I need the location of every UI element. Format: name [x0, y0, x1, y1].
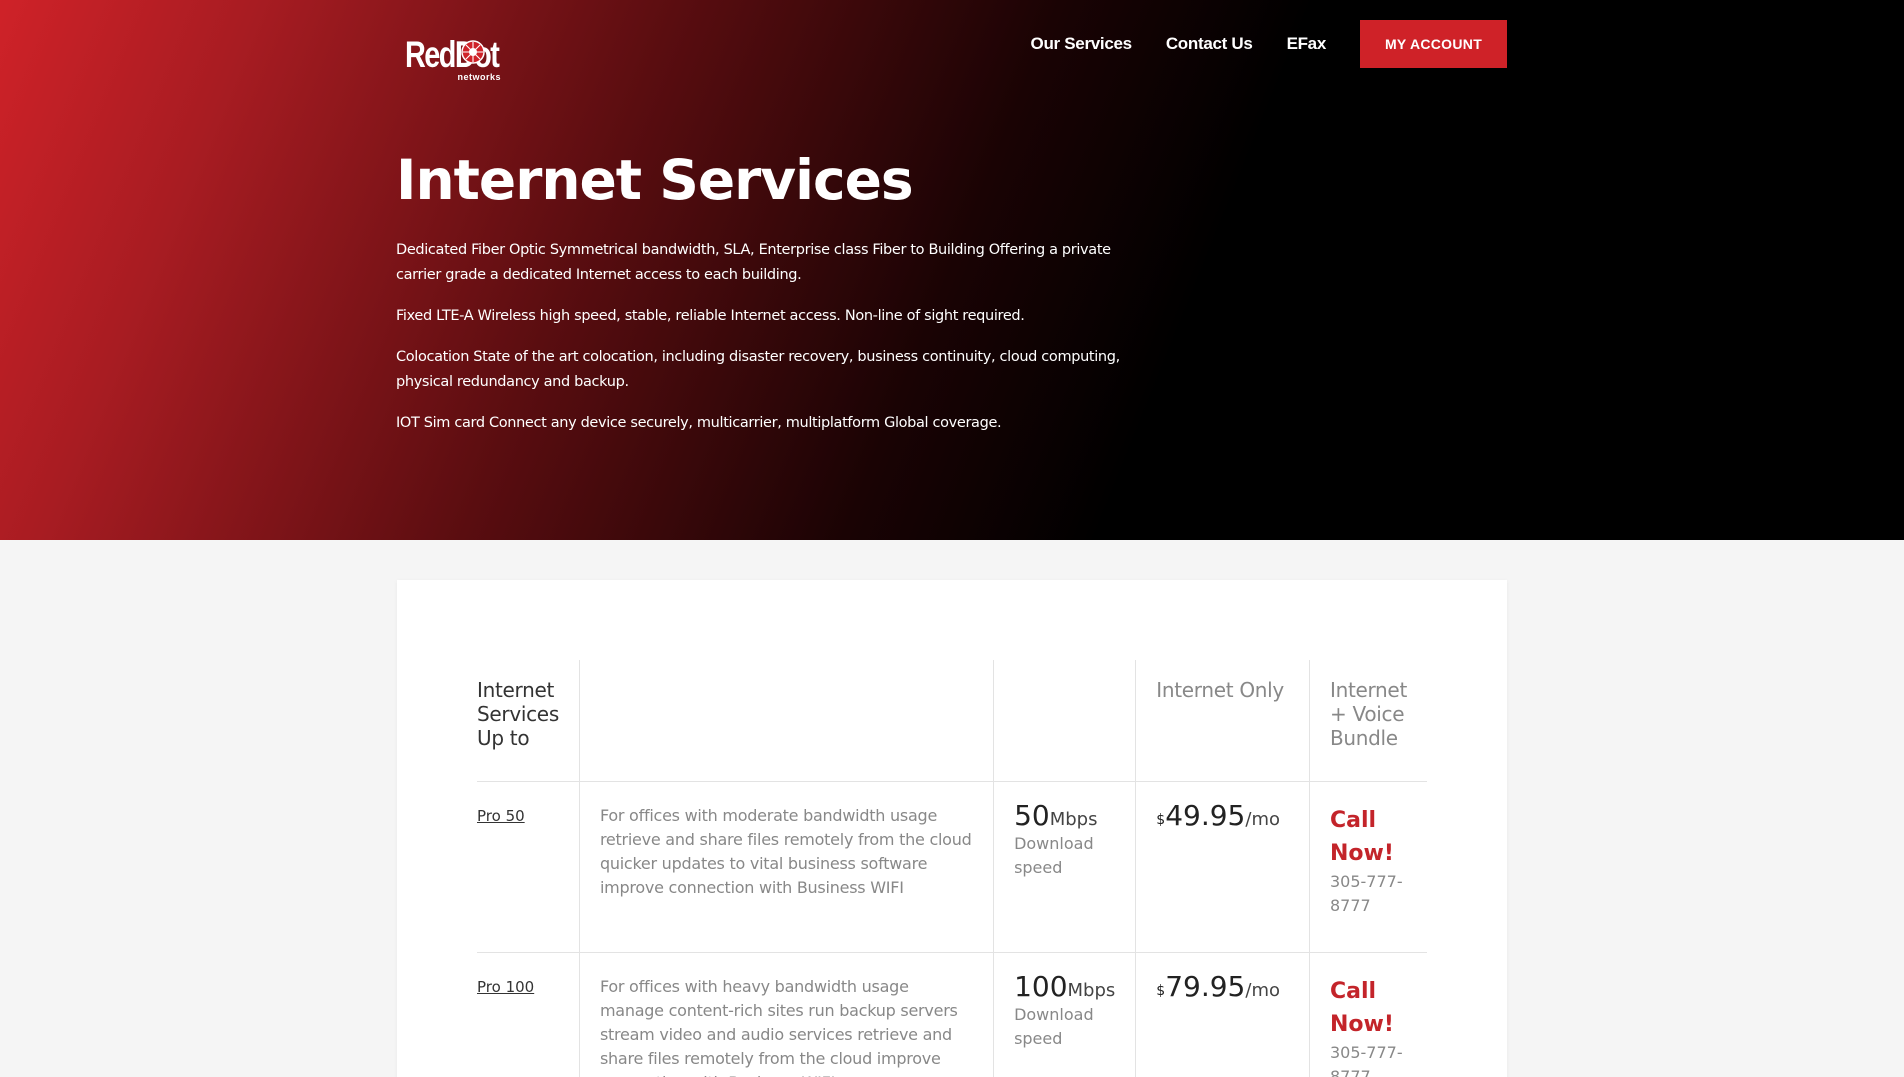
table-header-row: Internet Services Up to Internet Only In…	[477, 660, 1427, 781]
hero-paragraph-iot: IOT Sim card Connect any device securely…	[396, 415, 1002, 431]
header-internet-services: Internet Services Up to	[477, 678, 559, 750]
nav-efax[interactable]: EFax	[1287, 34, 1327, 54]
call-now-label[interactable]: Call Now!	[1330, 975, 1407, 1041]
price-unit: /mo	[1245, 808, 1280, 830]
speed-note: Download speed	[1014, 833, 1094, 877]
currency-symbol: $	[1156, 811, 1166, 828]
header-internet-only: Internet Only	[1135, 660, 1310, 781]
speed-note: Download speed	[1014, 1004, 1094, 1048]
plan-link-pro-100[interactable]: Pro 100	[477, 978, 534, 996]
hero-paragraph-lte: Fixed LTE-A Wireless high speed, stable,…	[396, 308, 1025, 324]
speed-unit: Mbps	[1049, 808, 1098, 830]
hero-paragraph-colocation: Colocation State of the art colocation, …	[396, 349, 1120, 390]
currency-symbol: $	[1156, 982, 1166, 999]
reddot-logo[interactable]: RedDot networks	[405, 34, 501, 86]
plan-cell: Pro 100	[477, 952, 579, 1077]
bundle-cell: Call Now! 305-777-8777	[1308, 952, 1427, 1077]
pricing-card: Internet Services Up to Internet Only In…	[397, 580, 1507, 1077]
pricing-table: Internet Services Up to Internet Only In…	[477, 660, 1427, 1077]
speed-cell: 50Mbps Download speed	[993, 781, 1136, 952]
plan-description: For offices with heavy bandwidth usage m…	[578, 952, 994, 1077]
speed-cell: 100Mbps Download speed	[993, 952, 1136, 1077]
price-cell: $49.95/mo	[1135, 781, 1310, 952]
table-row: Pro 100 For offices with heavy bandwidth…	[477, 952, 1427, 1077]
header-speed	[993, 660, 1136, 781]
nav-our-services[interactable]: Our Services	[1031, 34, 1133, 54]
table-row: Pro 50 For offices with moderate bandwid…	[477, 781, 1427, 952]
nav-contact-us[interactable]: Contact Us	[1166, 34, 1253, 54]
phone-number[interactable]: 305-777-8777	[1330, 1041, 1407, 1077]
logo-dot-icon	[461, 40, 485, 64]
main-nav: Our Services Contact Us EFax MY ACCOUNT	[1031, 20, 1507, 68]
phone-number[interactable]: 305-777-8777	[1330, 870, 1407, 918]
price-value: 49.95	[1165, 798, 1246, 832]
plan-cell: Pro 50	[477, 781, 579, 952]
price-unit: /mo	[1245, 979, 1280, 1001]
bundle-cell: Call Now! 305-777-8777	[1308, 781, 1427, 952]
call-now-label[interactable]: Call Now!	[1330, 804, 1407, 870]
hero-section: RedDot networks Our Services Contact Us …	[0, 0, 1904, 540]
logo-subtext: networks	[457, 72, 501, 82]
price-value: 79.95	[1165, 969, 1246, 1003]
header-voice-bundle: Internet + Voice Bundle	[1308, 660, 1427, 781]
speed-unit: Mbps	[1067, 979, 1116, 1001]
page-title: Internet Services	[396, 148, 914, 212]
hero-paragraph-fiber: Dedicated Fiber Optic Symmetrical bandwi…	[396, 242, 1111, 283]
price-cell: $79.95/mo	[1135, 952, 1310, 1077]
plan-link-pro-50[interactable]: Pro 50	[477, 807, 525, 825]
hero-description: Dedicated Fiber Optic Symmetrical bandwi…	[396, 238, 1126, 452]
plan-description: For offices with moderate bandwidth usag…	[578, 781, 994, 952]
header-description	[578, 660, 994, 781]
speed-value: 100	[1014, 969, 1068, 1003]
my-account-button[interactable]: MY ACCOUNT	[1360, 20, 1507, 68]
speed-value: 50	[1014, 798, 1050, 832]
